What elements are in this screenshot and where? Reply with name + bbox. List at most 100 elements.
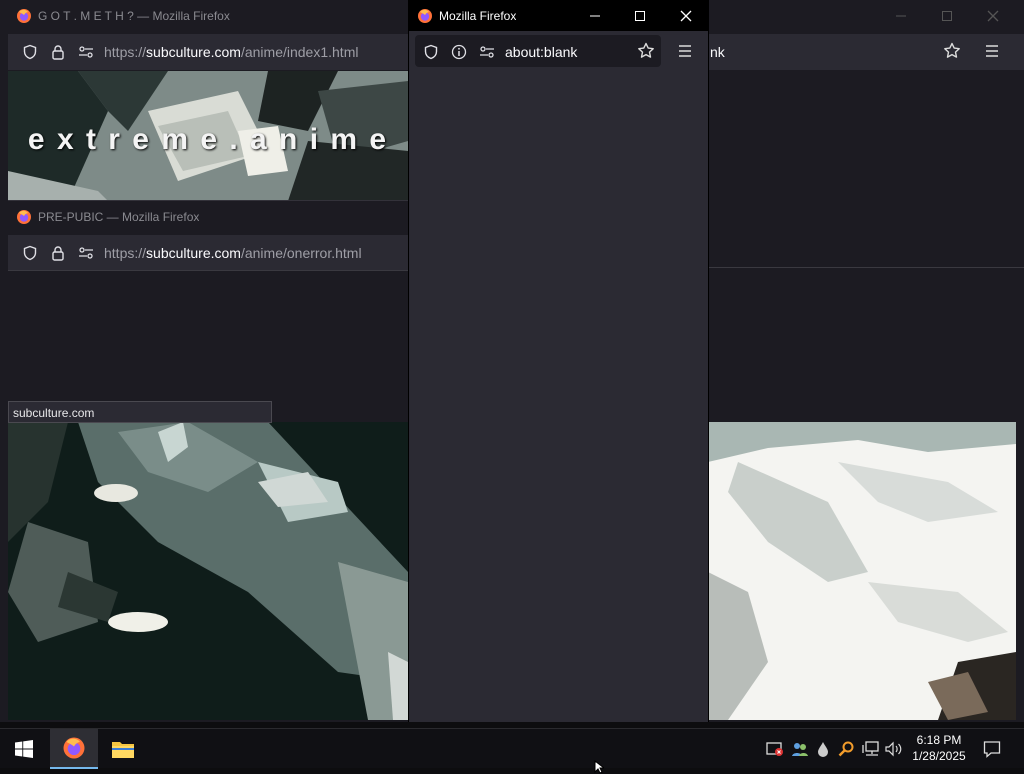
volume-icon — [885, 741, 902, 757]
address-bar[interactable]: https://subculture.com/anime/onerror.htm… — [104, 245, 362, 261]
page-content-lower — [700, 270, 1024, 422]
window-title: G O T . M E T H ? — Mozilla Firefox — [38, 8, 230, 23]
clock-time: 6:18 PM — [916, 733, 962, 747]
tray-network-icon[interactable] — [862, 740, 880, 758]
firefox-window-pre-pubic: PRE-PUBIC — Mozilla Firefox https://subc… — [8, 200, 408, 400]
drop-icon — [818, 742, 828, 757]
titlebar: G O T . M E T H ? — Mozilla Firefox — [0, 0, 410, 31]
url-scheme: https:// — [104, 244, 147, 261]
minimize-icon — [590, 15, 600, 16]
address-bar-text[interactable]: about:blank — [505, 44, 577, 60]
minimize-button[interactable] — [878, 0, 924, 31]
bookmark-star-button[interactable] — [637, 42, 655, 60]
page-info-button[interactable] — [449, 42, 469, 62]
status-url-tooltip: subculture.com — [8, 401, 272, 423]
anime-image-left — [8, 422, 408, 720]
notification-icon — [983, 741, 1001, 758]
permissions-icon — [79, 46, 93, 58]
network-icon — [862, 741, 879, 756]
taskbar-firefox[interactable] — [50, 729, 98, 769]
maximize-button[interactable] — [617, 0, 663, 31]
taskbar-file-explorer[interactable] — [99, 729, 147, 769]
banner-title: e x t r e m e . a n i m e — [27, 123, 389, 156]
nav-toolbar: https://subculture.com/anime/index1.html — [8, 34, 410, 70]
taskbar: 6:18 PM 1/28/2025 — [0, 728, 1024, 769]
window-title: Mozilla Firefox — [439, 8, 517, 23]
start-button[interactable] — [0, 729, 48, 769]
tray-search-icon[interactable] — [837, 740, 855, 758]
close-icon — [987, 10, 999, 21]
permissions-button[interactable] — [76, 42, 96, 62]
address-bar[interactable]: https://subculture.com/anime/index1.html — [104, 44, 358, 60]
search-icon — [838, 741, 854, 757]
tray-drop-icon[interactable] — [814, 740, 832, 758]
window-title: PRE-PUBIC — Mozilla Firefox — [38, 209, 200, 224]
close-icon — [680, 10, 692, 21]
star-icon — [944, 42, 960, 58]
tracking-protection-button[interactable] — [20, 243, 40, 263]
url-scheme: https:// — [104, 44, 147, 60]
firefox-icon — [63, 737, 85, 759]
url-domain: subculture.com — [146, 244, 241, 261]
minimize-icon — [896, 15, 906, 16]
folder-icon — [112, 742, 134, 758]
permissions-button[interactable] — [477, 42, 497, 62]
url-path: /anime/onerror.html — [240, 244, 362, 261]
tracking-protection-button[interactable] — [20, 42, 40, 62]
anime-image — [708, 422, 1016, 720]
close-button[interactable] — [663, 0, 708, 31]
site-security-button[interactable] — [48, 42, 68, 62]
url-path: /anime/index1.html — [240, 44, 359, 60]
tray-people-icon[interactable] — [791, 740, 809, 758]
clock[interactable]: 6:18 PM 1/28/2025 — [906, 732, 972, 766]
permissions-button[interactable] — [76, 243, 96, 263]
star-icon — [638, 42, 654, 58]
titlebar: Mozilla Firefox — [409, 0, 708, 31]
address-bar[interactable]: nk — [710, 44, 725, 60]
titlebar: PRE-PUBIC — Mozilla Firefox — [8, 201, 408, 232]
permissions-icon — [480, 45, 494, 58]
status-url-text: subculture.com — [13, 406, 95, 420]
maximize-icon — [635, 10, 645, 21]
menu-icon — [679, 45, 691, 57]
mouse-cursor-icon — [594, 760, 604, 774]
firefox-window-about-blank: Mozilla Firefox about:blank — [408, 0, 709, 722]
shield-icon — [23, 245, 37, 260]
firefox-icon — [17, 209, 31, 224]
site-security-button[interactable] — [48, 243, 68, 263]
nav-toolbar: nk — [700, 34, 1024, 70]
close-button[interactable] — [970, 0, 1016, 31]
page-content-blank — [409, 72, 708, 722]
tray-volume-icon[interactable] — [885, 740, 903, 758]
extreme-anime-banner: e x t r e m e . a n i m e — [8, 71, 408, 201]
lock-icon — [52, 45, 64, 60]
bookmark-star-button[interactable] — [943, 42, 961, 60]
anime-image — [8, 422, 408, 720]
nav-toolbar: about:blank — [409, 31, 708, 72]
tracking-protection-button[interactable] — [421, 42, 441, 62]
tray-security-icon[interactable] — [766, 740, 784, 758]
url-domain: subculture.com — [146, 44, 241, 60]
app-menu-button[interactable] — [984, 43, 1000, 59]
shield-icon — [23, 44, 37, 60]
maximize-button[interactable] — [924, 0, 970, 31]
page-content — [700, 70, 1024, 268]
action-center-button[interactable] — [982, 740, 1002, 758]
people-icon — [792, 743, 808, 756]
lock-icon — [52, 245, 64, 261]
menu-icon — [986, 45, 998, 57]
anime-image-right — [708, 422, 1016, 720]
firefox-icon — [17, 8, 31, 23]
security-alert-icon — [766, 742, 783, 756]
minimize-button[interactable] — [572, 0, 618, 31]
nav-toolbar: https://subculture.com/anime/onerror.htm… — [8, 235, 408, 271]
titlebar — [700, 0, 1024, 31]
app-menu-button[interactable] — [677, 43, 693, 59]
maximize-icon — [942, 10, 952, 21]
clock-date: 1/28/2025 — [912, 749, 966, 763]
firefox-window-right: nk — [700, 0, 1024, 722]
windows-start-icon — [15, 740, 33, 758]
firefox-icon — [418, 8, 432, 23]
permissions-icon — [79, 246, 93, 259]
info-icon — [451, 44, 467, 59]
